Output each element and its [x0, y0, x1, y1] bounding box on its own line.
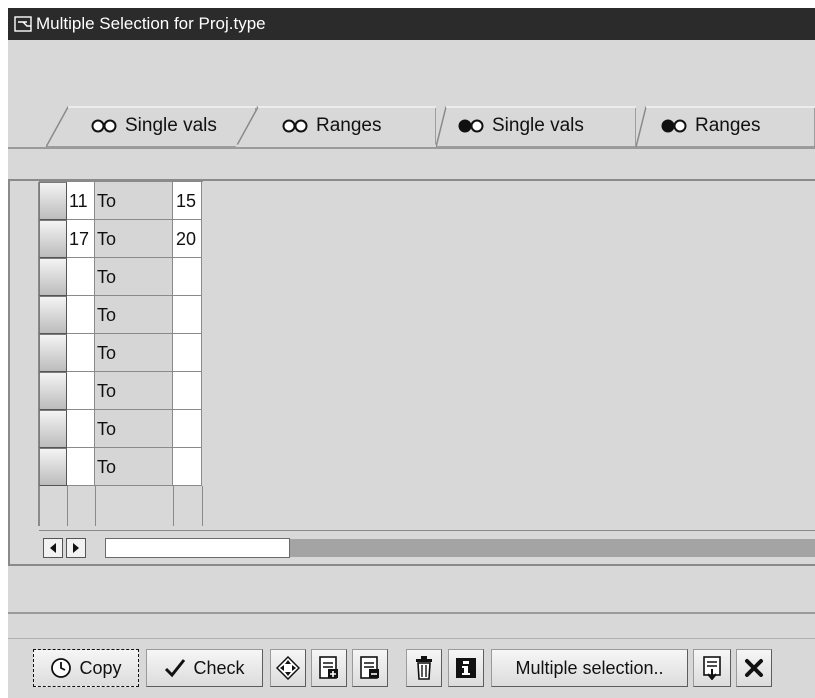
upper-value-cell[interactable]: 20 — [173, 220, 202, 258]
arrow-right-icon — [73, 543, 79, 553]
tab-label: Ranges — [695, 114, 761, 136]
row-select-button[interactable] — [39, 220, 67, 258]
insert-line-icon — [318, 656, 340, 680]
multiple-selection-dialog: Multiple Selection for Proj.type Single … — [8, 8, 815, 698]
range-option-cell: To — [95, 410, 173, 448]
info-icon — [455, 657, 477, 679]
radio-pair-filled-icon — [458, 119, 484, 132]
separator — [8, 612, 815, 614]
radio-pair-outline-icon — [282, 119, 308, 132]
row-select-button[interactable] — [39, 448, 67, 486]
insert-line-button[interactable] — [311, 649, 347, 687]
close-button[interactable] — [736, 649, 772, 687]
range-option-cell: To — [95, 296, 173, 334]
row-select-button[interactable] — [39, 258, 67, 296]
clock-icon — [50, 657, 72, 679]
check-label: Check — [193, 657, 245, 678]
tab-label: Single vals — [492, 114, 584, 136]
check-icon — [164, 658, 186, 678]
import-icon — [701, 656, 723, 680]
tab-single-vals-exclude[interactable]: Single vals — [436, 104, 636, 147]
lower-value-cell[interactable] — [67, 372, 95, 410]
scrollbar-track[interactable] — [290, 539, 815, 557]
upper-value-cell[interactable] — [173, 448, 202, 486]
radio-pair-outline-icon — [91, 119, 117, 132]
row-select-button[interactable] — [39, 334, 67, 372]
tab-single-vals-include[interactable]: Single vals — [46, 104, 256, 147]
row-select-button[interactable] — [39, 296, 67, 334]
copy-button[interactable]: Copy — [33, 649, 139, 687]
upper-value-cell[interactable] — [173, 258, 202, 296]
scroll-left-button[interactable] — [43, 538, 63, 558]
diamond-arrows-icon — [276, 656, 300, 680]
delete-entire-selection-button[interactable] — [406, 649, 442, 687]
window-icon — [14, 16, 32, 32]
check-button[interactable]: Check — [146, 649, 263, 687]
scrollbar-thumb[interactable] — [105, 538, 290, 558]
help-info-button[interactable] — [448, 649, 484, 687]
horizontal-scrollbar[interactable] — [39, 530, 815, 562]
upper-value-cell[interactable] — [173, 334, 202, 372]
tab-label: Ranges — [316, 114, 382, 136]
window-title: Multiple Selection for Proj.type — [36, 14, 266, 33]
import-button[interactable] — [693, 649, 731, 687]
lower-value-cell[interactable] — [67, 296, 95, 334]
tab-ranges-exclude[interactable]: Ranges — [636, 104, 815, 147]
bottom-toolbar: Copy Check Multiple selection.. — [8, 638, 815, 698]
lower-value-cell[interactable]: 11 — [67, 182, 95, 220]
lower-value-cell[interactable] — [67, 448, 95, 486]
range-option-cell: To — [95, 334, 173, 372]
title-bar: Multiple Selection for Proj.type — [8, 8, 815, 40]
tab-label: Single vals — [125, 114, 217, 136]
lower-value-cell[interactable]: 17 — [67, 220, 95, 258]
lower-value-cell[interactable] — [67, 334, 95, 372]
row-select-button[interactable] — [39, 372, 67, 410]
multiple-selection-label: Multiple selection.. — [515, 657, 664, 678]
radio-pair-filled-icon — [661, 119, 687, 132]
lower-value-cell[interactable] — [67, 258, 95, 296]
upper-value-cell[interactable]: 15 — [173, 182, 202, 220]
row-select-button[interactable] — [39, 410, 67, 448]
lower-value-cell[interactable] — [67, 410, 95, 448]
arrow-left-icon — [50, 543, 56, 553]
copy-label: Copy — [79, 657, 122, 678]
delete-line-button[interactable] — [352, 649, 388, 687]
multiple-selection-button[interactable]: Multiple selection.. — [491, 649, 688, 687]
range-option-cell: To — [95, 182, 173, 220]
select-all-button[interactable] — [270, 649, 306, 687]
range-option-cell: To — [95, 220, 173, 258]
upper-value-cell[interactable] — [173, 296, 202, 334]
tab-ranges-include[interactable]: Ranges — [236, 104, 436, 147]
row-select-button[interactable] — [39, 182, 67, 220]
trash-icon — [414, 656, 434, 680]
close-icon — [744, 658, 764, 678]
upper-value-cell[interactable] — [173, 372, 202, 410]
range-option-cell: To — [95, 258, 173, 296]
delete-line-icon — [359, 656, 381, 680]
scroll-right-button[interactable] — [66, 538, 86, 558]
range-option-cell: To — [95, 448, 173, 486]
upper-value-cell[interactable] — [173, 410, 202, 448]
range-option-cell: To — [95, 372, 173, 410]
